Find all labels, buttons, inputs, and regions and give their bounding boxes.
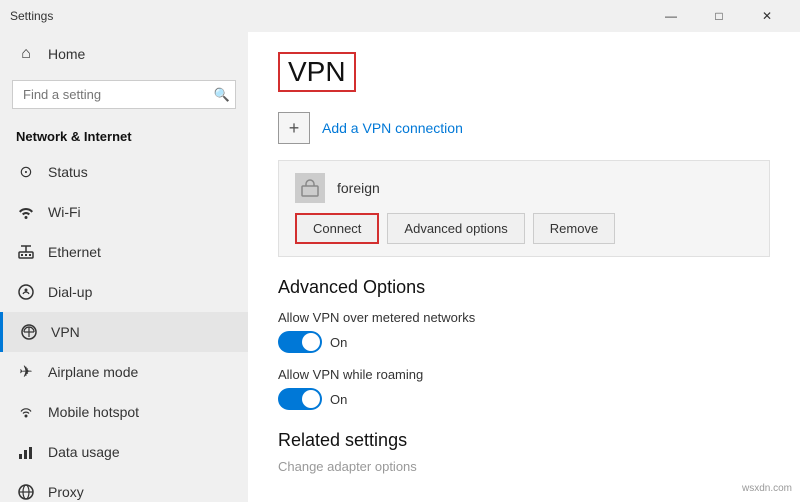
related-settings-heading: Related settings: [278, 430, 770, 451]
vpn-card-icon: [295, 173, 325, 203]
sidebar-item-status[interactable]: ⊙ Status: [0, 152, 248, 192]
vpn-roaming-toggle-row: Allow VPN while roaming On: [278, 367, 770, 410]
vpn-metered-control: On: [278, 331, 770, 353]
sidebar-item-hotspot[interactable]: Mobile hotspot: [0, 392, 248, 432]
close-button[interactable]: ✕: [744, 0, 790, 32]
home-label: Home: [48, 46, 85, 62]
sidebar-item-proxy[interactable]: Proxy: [0, 472, 248, 502]
sidebar-item-dialup[interactable]: Dial-up: [0, 272, 248, 312]
vpn-roaming-state: On: [330, 392, 347, 407]
add-vpn-icon: +: [278, 112, 310, 144]
vpn-card-top: foreign: [295, 173, 753, 203]
search-input[interactable]: [12, 80, 236, 109]
sidebar-item-wifi[interactable]: Wi-Fi: [0, 192, 248, 232]
vpn-connection-card: foreign Connect Advanced options Remove: [278, 160, 770, 257]
app-title: Settings: [10, 9, 53, 23]
minimize-button[interactable]: —: [648, 0, 694, 32]
advanced-options-button[interactable]: Advanced options: [387, 213, 524, 244]
sidebar-item-label: Proxy: [48, 484, 84, 500]
title-bar-controls: — □ ✕: [648, 0, 790, 32]
add-vpn-row[interactable]: + Add a VPN connection: [278, 112, 770, 144]
vpn-card-buttons: Connect Advanced options Remove: [295, 213, 753, 244]
sidebar: ⌂ Home 🔍 Network & Internet ⊙ Status Wi-…: [0, 32, 248, 502]
vpn-metered-toggle-row: Allow VPN over metered networks On: [278, 310, 770, 353]
vpn-roaming-switch[interactable]: [278, 388, 322, 410]
vpn-metered-label: Allow VPN over metered networks: [278, 310, 770, 325]
advanced-options-heading: Advanced Options: [278, 277, 770, 298]
home-icon: ⌂: [16, 44, 36, 64]
dialup-icon: [16, 282, 36, 302]
sidebar-section-title: Network & Internet: [0, 121, 248, 152]
proxy-icon: [16, 482, 36, 502]
sidebar-item-label: Wi-Fi: [48, 204, 81, 220]
data-icon: [16, 442, 36, 462]
search-icon: 🔍: [214, 87, 230, 103]
main-content: VPN + Add a VPN connection foreign Conne…: [248, 32, 800, 502]
app-container: ⌂ Home 🔍 Network & Internet ⊙ Status Wi-…: [0, 32, 800, 502]
sidebar-item-ethernet[interactable]: Ethernet: [0, 232, 248, 272]
title-bar: Settings — □ ✕: [0, 0, 800, 32]
vpn-icon: [19, 322, 39, 342]
sidebar-item-vpn[interactable]: VPN: [0, 312, 248, 352]
vpn-metered-switch[interactable]: [278, 331, 322, 353]
status-icon: ⊙: [16, 162, 36, 182]
sidebar-item-label: Ethernet: [48, 244, 101, 260]
maximize-button[interactable]: □: [696, 0, 742, 32]
vpn-roaming-label: Allow VPN while roaming: [278, 367, 770, 382]
page-title: VPN: [278, 52, 356, 92]
sidebar-item-label: Status: [48, 164, 88, 180]
airplane-icon: ✈: [16, 362, 36, 382]
hotspot-icon: [16, 402, 36, 422]
sidebar-item-data[interactable]: Data usage: [0, 432, 248, 472]
sidebar-item-airplane[interactable]: ✈ Airplane mode: [0, 352, 248, 392]
remove-button[interactable]: Remove: [533, 213, 615, 244]
search-box: 🔍: [12, 80, 236, 109]
vpn-roaming-control: On: [278, 388, 770, 410]
vpn-metered-state: On: [330, 335, 347, 350]
sidebar-item-label: Airplane mode: [48, 364, 138, 380]
wifi-icon: [16, 202, 36, 222]
sidebar-item-home[interactable]: ⌂ Home: [0, 32, 248, 76]
vpn-card-name: foreign: [337, 180, 380, 196]
ethernet-icon: [16, 242, 36, 262]
add-vpn-label: Add a VPN connection: [322, 120, 463, 136]
connect-button[interactable]: Connect: [295, 213, 379, 244]
sidebar-item-label: Mobile hotspot: [48, 404, 139, 420]
sidebar-item-label: VPN: [51, 324, 80, 340]
sidebar-item-label: Dial-up: [48, 284, 92, 300]
title-bar-left: Settings: [10, 9, 53, 23]
sidebar-item-label: Data usage: [48, 444, 120, 460]
watermark: wsxdn.com: [742, 483, 792, 494]
change-adapter-link[interactable]: Change adapter options: [278, 459, 770, 474]
